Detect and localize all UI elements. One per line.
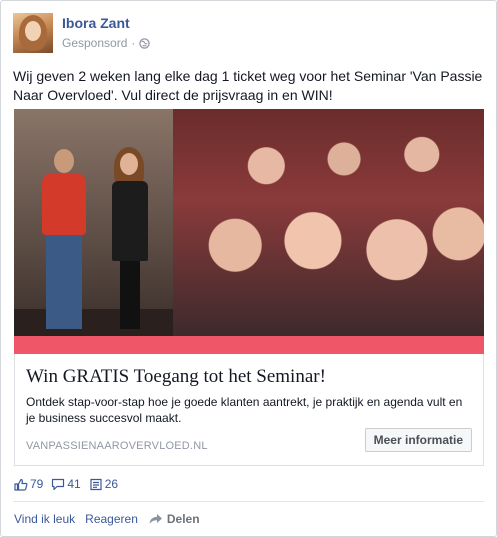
sponsored-post-card: Ibora Zant Gesponsord · Wij geven 2 weke… [0, 0, 497, 537]
sponsored-label[interactable]: Gesponsord [62, 36, 127, 50]
meta-separator: · [131, 36, 136, 50]
ad-title[interactable]: Win GRATIS Toegang tot het Seminar! [26, 366, 326, 388]
share-count-value: 26 [104, 477, 119, 491]
comment-count[interactable]: 41 [51, 477, 81, 491]
speaker-woman-head [120, 153, 138, 175]
engagement-counts: 79 41 26 [14, 477, 118, 491]
author-avatar[interactable] [13, 13, 53, 53]
like-link[interactable]: Vind ik leuk [14, 512, 75, 526]
share-count-icon [89, 478, 103, 491]
post-meta: Gesponsord · [62, 36, 151, 50]
ad-accent-band [14, 336, 484, 354]
comment-count-value: 41 [67, 477, 81, 491]
speaker-woman [106, 147, 154, 329]
post-message: Wij geven 2 weken lang elke dag 1 ticket… [13, 68, 483, 103]
more-info-button[interactable]: Meer informatie [364, 428, 472, 452]
share-arrow-icon [148, 513, 163, 525]
thumbs-up-icon [14, 478, 28, 491]
actions-divider [13, 501, 484, 502]
share-link[interactable]: Delen [148, 512, 200, 526]
speaker-man-torso [42, 173, 86, 235]
speaker-woman-legs [120, 261, 140, 329]
ad-image[interactable] [14, 109, 484, 354]
ad-domain: VANPASSIENAAROVERVLOED.NL [26, 440, 208, 452]
author-name[interactable]: Ibora Zant [62, 15, 130, 31]
avatar-face [25, 21, 41, 41]
ad-link-box[interactable]: Win GRATIS Toegang tot het Seminar! Ontd… [14, 354, 484, 466]
speaker-man-legs [46, 235, 82, 329]
post-actions: Vind ik leuk Reageren Delen [14, 512, 200, 526]
globe-icon[interactable] [139, 37, 151, 49]
ad-description: Ontdek stap-voor-stap hoe je goede klant… [26, 395, 463, 425]
speaker-man [36, 149, 92, 329]
like-count[interactable]: 79 [14, 477, 43, 491]
comment-link[interactable]: Reageren [85, 512, 138, 526]
share-label: Delen [166, 512, 200, 526]
audience-photo [173, 109, 484, 336]
share-count[interactable]: 26 [89, 477, 118, 491]
speaker-woman-dress [112, 181, 148, 261]
comment-icon [51, 478, 65, 491]
speaker-man-head [54, 149, 74, 173]
stage-photo [14, 109, 173, 336]
like-count-value: 79 [30, 477, 44, 491]
